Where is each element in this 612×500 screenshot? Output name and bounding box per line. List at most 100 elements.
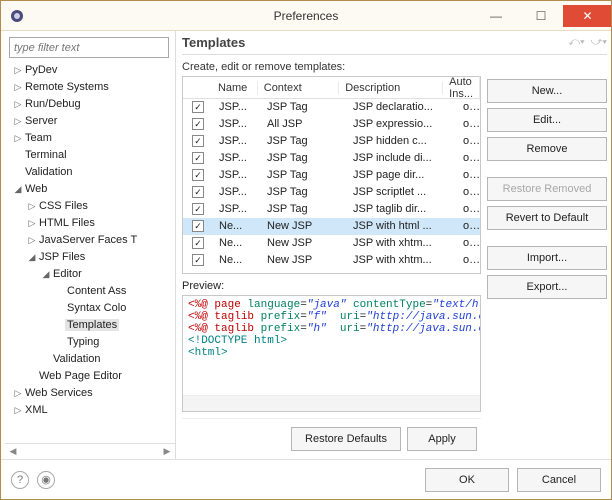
expand-icon[interactable]: ▷ (13, 96, 23, 113)
expand-icon[interactable]: ◢ (27, 249, 37, 266)
tree-item[interactable]: ▷Team (13, 130, 175, 147)
table-row[interactable]: ✓Ne...New JSPJSP with html ...on (183, 218, 480, 235)
tree-item[interactable]: ▷HTML Files (13, 215, 175, 232)
tree-item[interactable]: ▷Remote Systems (13, 79, 175, 96)
back-button[interactable]: ⤺▾ (568, 36, 584, 49)
tree-item[interactable]: Web Page Editor (13, 368, 175, 385)
row-checkbox[interactable]: ✓ (192, 101, 204, 113)
forward-button[interactable]: ⤻▾ (591, 36, 607, 49)
expand-icon[interactable]: ◢ (41, 266, 51, 283)
cell-autoinsert: on (457, 101, 480, 113)
expand-icon[interactable]: ▷ (13, 385, 23, 402)
help-icon[interactable]: ? (11, 471, 29, 489)
restore-defaults-button[interactable]: Restore Defaults (291, 427, 401, 451)
tree-item[interactable]: Validation (13, 351, 175, 368)
tree-item[interactable]: Validation (13, 164, 175, 181)
cell-name: Ne... (213, 220, 261, 232)
expand-icon[interactable]: ▷ (27, 198, 37, 215)
row-checkbox[interactable]: ✓ (192, 118, 204, 130)
expand-icon[interactable]: ▷ (13, 113, 23, 130)
restore-removed-button[interactable]: Restore Removed (487, 177, 607, 201)
col-name[interactable]: Name (212, 82, 258, 94)
cell-autoinsert: on (457, 152, 480, 164)
expand-icon[interactable]: ▷ (13, 402, 23, 419)
expand-icon[interactable]: ▷ (27, 215, 37, 232)
cancel-button[interactable]: Cancel (517, 468, 601, 492)
new-button[interactable]: New... (487, 79, 607, 103)
row-checkbox[interactable]: ✓ (192, 203, 204, 215)
table-row[interactable]: ✓JSP...JSP TagJSP declaratio...on (183, 99, 480, 116)
apply-button[interactable]: Apply (407, 427, 477, 451)
remove-button[interactable]: Remove (487, 137, 607, 161)
tree-item[interactable]: Templates (13, 317, 175, 334)
scroll-right-icon[interactable]: ▶ (159, 446, 175, 457)
tree-item[interactable]: ▷CSS Files (13, 198, 175, 215)
expand-icon[interactable]: ◢ (13, 181, 23, 198)
filter-input[interactable] (9, 37, 169, 58)
row-checkbox[interactable]: ✓ (192, 237, 204, 249)
ok-button[interactable]: OK (425, 468, 509, 492)
tree-item-label: Web Page Editor (37, 370, 124, 382)
table-body[interactable]: ✓JSP...JSP TagJSP declaratio...on✓JSP...… (183, 99, 480, 273)
tree-item[interactable]: Terminal (13, 147, 175, 164)
table-row[interactable]: ✓Ne...New JSPJSP with xhtm...on (183, 235, 480, 252)
tree-item[interactable]: ◢Editor (13, 266, 175, 283)
tree-item[interactable]: ▷Run/Debug (13, 96, 175, 113)
close-button[interactable]: ✕ (563, 5, 611, 27)
tree-item[interactable]: ▷JavaServer Faces T (13, 232, 175, 249)
tree-item[interactable]: ▷Server (13, 113, 175, 130)
table-row[interactable]: ✓JSP...JSP TagJSP page dir...on (183, 167, 480, 184)
tree-item-label: Validation (23, 166, 75, 178)
preview-area[interactable]: <%@ page language="java" contentType="te… (182, 295, 481, 412)
cell-description: JSP hidden c... (347, 135, 457, 147)
left-h-scrollbar[interactable]: ◀ ▶ (5, 443, 175, 459)
record-icon[interactable]: ◉ (37, 471, 55, 489)
tree-item-label: Web (23, 183, 49, 195)
revert-default-button[interactable]: Revert to Default (487, 206, 607, 230)
tree-item[interactable]: Typing (13, 334, 175, 351)
tree-item[interactable]: ▷PyDev (13, 62, 175, 79)
cell-context: JSP Tag (261, 152, 347, 164)
row-checkbox[interactable]: ✓ (192, 135, 204, 147)
table-row[interactable]: ✓Ne...New JSPJSP with xhtm...on (183, 252, 480, 269)
col-description[interactable]: Description (339, 82, 443, 94)
table-row[interactable]: ✓JSP...JSP TagJSP scriptlet ...on (183, 184, 480, 201)
col-autoinsert[interactable]: Auto Ins... (443, 76, 480, 100)
preferences-window: Preferences — ☐ ✕ ▷PyDev▷Remote Systems▷… (0, 0, 612, 500)
tree-item-label: Content Ass (65, 285, 128, 297)
expand-icon[interactable]: ▷ (13, 130, 23, 147)
cell-context: JSP Tag (261, 169, 347, 181)
app-icon (9, 8, 25, 24)
table-row[interactable]: ✓JSP...JSP TagJSP taglib dir...on (183, 201, 480, 218)
expand-icon[interactable]: ▷ (13, 62, 23, 79)
tree-item[interactable]: ▷Web Services (13, 385, 175, 402)
import-button[interactable]: Import... (487, 246, 607, 270)
col-context[interactable]: Context (258, 82, 339, 94)
export-button[interactable]: Export... (487, 275, 607, 299)
tree-item[interactable]: Syntax Colo (13, 300, 175, 317)
tree-item[interactable]: ◢JSP Files (13, 249, 175, 266)
tree-item-label: Server (23, 115, 59, 127)
page-header: Templates ⤺▾ ⤻▾ (182, 35, 607, 55)
table-row[interactable]: ✓JSP...JSP TagJSP hidden c...on (183, 133, 480, 150)
cell-context: JSP Tag (261, 203, 347, 215)
row-checkbox[interactable]: ✓ (192, 254, 204, 266)
preview-h-scrollbar[interactable] (183, 395, 480, 411)
row-checkbox[interactable]: ✓ (192, 186, 204, 198)
category-tree[interactable]: ▷PyDev▷Remote Systems▷Run/Debug▷Server▷T… (5, 62, 175, 443)
table-row[interactable]: ✓JSP...All JSPJSP expressio...on (183, 116, 480, 133)
templates-table: Name Context Description Auto Ins... ✓JS… (182, 76, 481, 274)
maximize-button[interactable]: ☐ (518, 5, 563, 27)
edit-button[interactable]: Edit... (487, 108, 607, 132)
tree-item[interactable]: ▷XML (13, 402, 175, 419)
row-checkbox[interactable]: ✓ (192, 169, 204, 181)
expand-icon[interactable]: ▷ (27, 232, 37, 249)
scroll-left-icon[interactable]: ◀ (5, 446, 21, 457)
tree-item[interactable]: ◢Web (13, 181, 175, 198)
row-checkbox[interactable]: ✓ (192, 220, 204, 232)
tree-item[interactable]: Content Ass (13, 283, 175, 300)
table-row[interactable]: ✓JSP...JSP TagJSP include di...on (183, 150, 480, 167)
row-checkbox[interactable]: ✓ (192, 152, 204, 164)
expand-icon[interactable]: ▷ (13, 79, 23, 96)
minimize-button[interactable]: — (473, 5, 518, 27)
